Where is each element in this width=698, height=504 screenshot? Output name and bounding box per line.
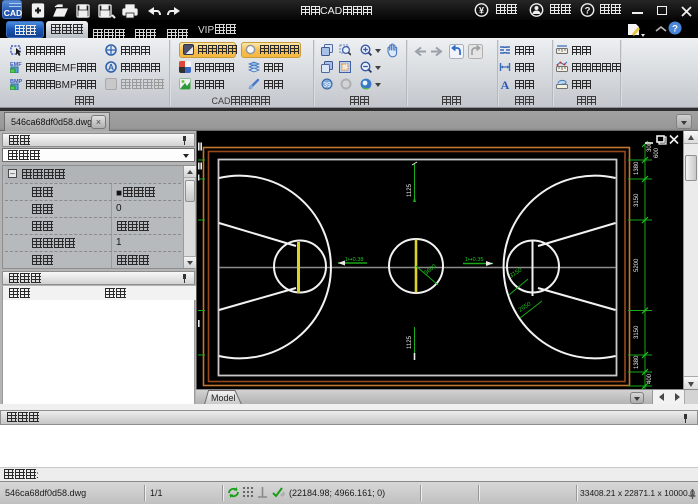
- svg-text:1380: 1380: [634, 355, 640, 369]
- svg-text:?: ?: [585, 6, 591, 17]
- svg-text:39: 39: [323, 82, 331, 89]
- svg-text:?: ?: [672, 24, 678, 35]
- svg-text:5200: 5200: [634, 258, 640, 272]
- svg-text:¥: ¥: [479, 6, 484, 16]
- svg-text:A: A: [108, 63, 114, 72]
- svg-text:1125: 1125: [407, 183, 413, 197]
- svg-text:1125: 1125: [407, 335, 413, 349]
- svg-text:3150: 3150: [634, 325, 640, 339]
- svg-text:600: 600: [654, 147, 660, 158]
- svg-text:1380: 1380: [634, 161, 640, 175]
- svg-text:A: A: [501, 78, 510, 90]
- svg-text:400: 400: [647, 373, 653, 384]
- svg-text:Model: Model: [211, 393, 236, 403]
- svg-text:3150: 3150: [634, 193, 640, 207]
- svg-text:1↦0.38: 1↦0.38: [345, 257, 363, 263]
- svg-text:1↦0.35: 1↦0.35: [465, 257, 483, 263]
